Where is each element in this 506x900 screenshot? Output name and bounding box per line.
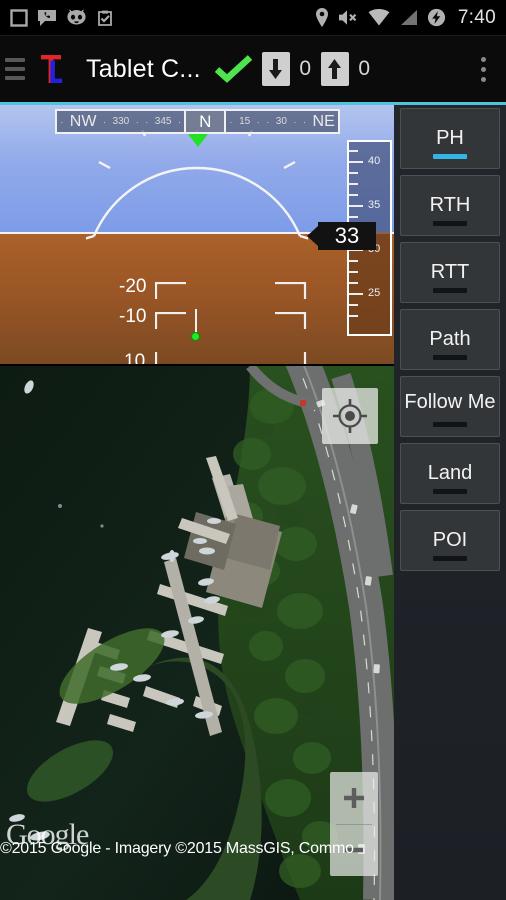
sidebar-item-label: RTH [429,194,471,216]
clipboard-check-icon [98,10,112,26]
plus-icon [344,787,364,808]
compass-tick: · [293,116,297,127]
sidebar-item-path[interactable]: Path [400,309,500,370]
altitude-tick-35: 35 [368,199,381,211]
pitch-label-minus10: -10 [119,306,147,327]
compass-label-nw: NW [69,112,97,130]
compass-left-segment: · NW · 330 · · 345 · [57,111,184,132]
download-count: 0 [299,57,312,80]
green-check-icon [214,55,252,83]
wifi-icon [368,9,390,26]
location-pin-icon [315,8,328,27]
my-location-button[interactable] [322,388,378,444]
sidebar-item-follow-me[interactable]: Follow Me [400,376,500,437]
inactive-underline [433,556,467,561]
sidebar-item-label: Path [429,328,471,350]
compass-tick: · [60,116,64,127]
compass-label-ne: NE [312,112,335,130]
hamburger-icon[interactable] [2,54,28,84]
tower-logo-icon [30,46,76,92]
upload-count: 0 [358,57,371,80]
altitude-tick-40: 40 [368,155,381,167]
sidebar-item-poi[interactable]: POI [400,510,500,571]
sidebar-item-land[interactable]: Land [400,443,500,504]
battery-charging-icon [427,8,445,27]
pitch-label-10: 10 [124,351,146,364]
zoom-in-button[interactable] [330,772,378,824]
compass-label-30: 30 [275,116,287,127]
telemetry-indicators: 0 0 [214,52,371,86]
sidebar-item-label: PH [436,127,464,149]
inactive-underline [433,221,467,226]
status-bar-notification-icons [10,8,114,27]
page-title: Tablet C... [86,54,201,83]
inactive-underline [433,355,467,360]
map-attribution: ©2015 Google - Imagery ©2015 MassGIS, Co… [0,840,354,857]
square-icon [10,8,28,27]
app-root: 7:40 Tablet C... 0 0 -20 -10 10 · NW · 3… [0,0,506,900]
compass-tick: · [102,116,106,127]
cyanogenmod-icon [67,9,86,24]
altitude-readout: 33 [307,222,376,250]
sidebar-item-rth[interactable]: RTH [400,175,500,236]
compass-tick: · [135,116,139,127]
compass-tick: · [178,116,182,127]
inactive-underline [433,489,467,494]
signal-icon [400,10,417,25]
pitch-bar-10 [155,352,307,364]
altitude-tick-25: 25 [368,287,381,299]
compass-label-330: 330 [112,116,130,127]
message-icon [38,9,56,26]
inactive-underline [433,288,467,293]
active-underline [433,154,467,159]
compass-tick: · [302,116,306,127]
pitch-label-minus20: -20 [119,276,147,297]
compass-tick: · [145,116,149,127]
compass-right-segment: · 15 · · 30 · · NE [226,111,338,132]
satellite-map[interactable]: Google ©2015 Google - Imagery ©2015 Mass… [0,366,394,900]
compass-tick: · [266,116,270,127]
flight-mode-sidebar: PH RTH RTT Path Follow Me Land POI [394,104,506,900]
compass-tick: · [229,116,233,127]
sidebar-item-rtt[interactable]: RTT [400,242,500,303]
android-status-bar: 7:40 [0,0,506,36]
sidebar-item-label: Land [427,462,473,484]
compass-label-345: 345 [154,116,172,127]
pitch-bar-minus10 [155,312,307,329]
sidebar-item-ph[interactable]: PH [400,108,500,169]
hud-center-dot [191,332,200,341]
my-location-target-icon [333,399,367,433]
hud-compass-ribbon: · NW · 330 · · 345 · N · 15 · · 30 · · N… [55,109,340,134]
compass-tick: · [256,116,260,127]
pitch-bar-minus20 [155,282,307,299]
hud-attitude-indicator[interactable]: -20 -10 10 20 · NW · 330 · · 345 · N · [0,104,394,364]
overflow-menu-icon[interactable] [468,47,498,91]
download-arrow-icon [261,52,290,86]
app-action-bar: Tablet C... 0 0 [0,36,506,102]
compass-heading-center: N [184,111,227,132]
status-bar-system-icons: 7:40 [315,7,496,29]
sidebar-item-label: Follow Me [404,391,496,413]
sidebar-item-label: POI [432,529,468,551]
map-zoom-controls[interactable] [330,772,378,876]
heading-arrow-icon [188,134,208,147]
sidebar-item-label: RTT [430,261,470,283]
status-bar-clock: 7:40 [457,6,496,28]
inactive-underline [433,422,467,427]
action-bar-accent-line [0,102,506,105]
compass-label-15: 15 [239,116,251,127]
upload-arrow-icon [320,52,349,86]
volume-mute-icon [338,10,357,25]
